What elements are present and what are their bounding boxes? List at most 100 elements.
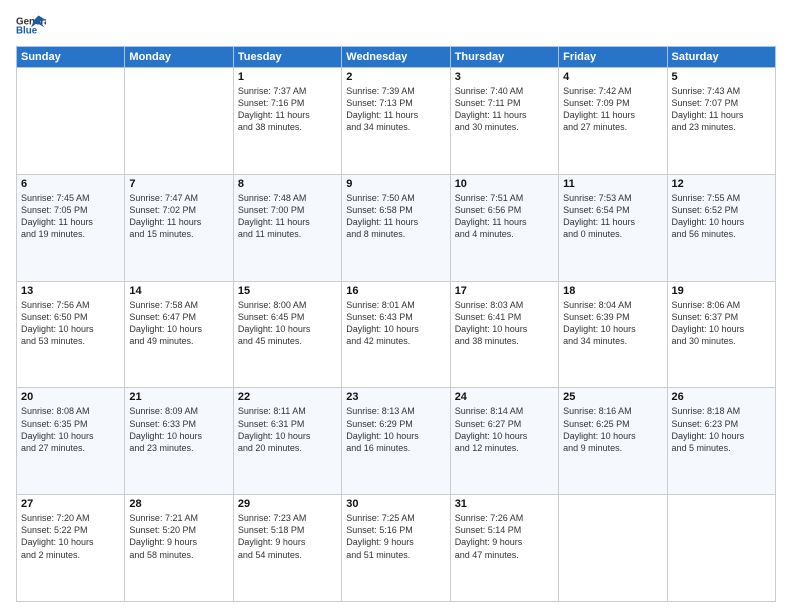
calendar-week-row: 13Sunrise: 7:56 AM Sunset: 6:50 PM Dayli…: [17, 281, 776, 388]
day-number: 26: [672, 391, 771, 403]
calendar-cell: [559, 495, 667, 602]
day-info: Sunrise: 7:42 AM Sunset: 7:09 PM Dayligh…: [563, 85, 662, 134]
day-info: Sunrise: 7:55 AM Sunset: 6:52 PM Dayligh…: [672, 192, 771, 241]
calendar-cell: 25 Sunrise: 8:16 AM Sunset: 6:25 PM Dayli…: [559, 388, 667, 495]
day-number: 5: [672, 71, 771, 83]
calendar-cell: 20Sunrise: 8:08 AM Sunset: 6:35 PM Dayli…: [17, 388, 125, 495]
day-number: 10: [455, 178, 554, 190]
day-number: 30: [346, 498, 445, 510]
calendar-cell: 14 Sunrise: 7:58 AM Sunset: 6:47 PM Dayli…: [125, 281, 233, 388]
calendar-cell: 22 Sunrise: 8:11 AM Sunset: 6:31 PM Dayli…: [233, 388, 341, 495]
day-info: Sunrise: 7:58 AM Sunset: 6:47 PM Dayligh…: [129, 299, 228, 348]
day-info: Sunrise: 7:53 AM Sunset: 6:54 PM Dayligh…: [563, 192, 662, 241]
day-number: 18: [563, 285, 662, 297]
day-info: Sunrise: 7:23 AM Sunset: 5:18 PM Dayligh…: [238, 512, 337, 561]
calendar-cell: 18 Sunrise: 8:04 AM Sunset: 6:39 PM Dayli…: [559, 281, 667, 388]
calendar-cell: 24Sunrise: 8:14 AM Sunset: 6:27 PM Dayli…: [450, 388, 558, 495]
day-number: 12: [672, 178, 771, 190]
col-header-sunday: Sunday: [17, 47, 125, 68]
day-number: 31: [455, 498, 554, 510]
day-number: 4: [563, 71, 662, 83]
page-header: General Blue: [16, 14, 776, 38]
calendar-table: SundayMondayTuesdayWednesdayThursdayFrid…: [16, 46, 776, 602]
day-info: Sunrise: 7:50 AM Sunset: 6:58 PM Dayligh…: [346, 192, 445, 241]
day-info: Sunrise: 8:03 AM Sunset: 6:41 PM Dayligh…: [455, 299, 554, 348]
day-number: 20: [21, 391, 120, 403]
calendar-cell: 12 Sunrise: 7:55 AM Sunset: 6:52 PM Dayli…: [667, 174, 775, 281]
calendar-cell: 5 Sunrise: 7:43 AM Sunset: 7:07 PM Daylig…: [667, 68, 775, 175]
day-number: 6: [21, 178, 120, 190]
calendar-week-row: 27 Sunrise: 7:20 AM Sunset: 5:22 PM Dayli…: [17, 495, 776, 602]
day-number: 8: [238, 178, 337, 190]
day-info: Sunrise: 7:20 AM Sunset: 5:22 PM Dayligh…: [21, 512, 120, 561]
day-number: 23: [346, 391, 445, 403]
calendar-week-row: 20Sunrise: 8:08 AM Sunset: 6:35 PM Dayli…: [17, 388, 776, 495]
day-info: Sunrise: 7:43 AM Sunset: 7:07 PM Dayligh…: [672, 85, 771, 134]
day-info: Sunrise: 8:13 AM Sunset: 6:29 PM Dayligh…: [346, 405, 445, 454]
calendar-cell: [667, 495, 775, 602]
day-info: Sunrise: 8:16 AM Sunset: 6:25 PM Dayligh…: [563, 405, 662, 454]
day-number: 1: [238, 71, 337, 83]
day-number: 14: [129, 285, 228, 297]
calendar-cell: 26 Sunrise: 8:18 AM Sunset: 6:23 PM Dayli…: [667, 388, 775, 495]
calendar-cell: 11Sunrise: 7:53 AM Sunset: 6:54 PM Dayli…: [559, 174, 667, 281]
day-info: Sunrise: 8:00 AM Sunset: 6:45 PM Dayligh…: [238, 299, 337, 348]
calendar-cell: 8Sunrise: 7:48 AM Sunset: 7:00 PM Daylig…: [233, 174, 341, 281]
day-info: Sunrise: 7:21 AM Sunset: 5:20 PM Dayligh…: [129, 512, 228, 561]
day-info: Sunrise: 8:01 AM Sunset: 6:43 PM Dayligh…: [346, 299, 445, 348]
day-number: 27: [21, 498, 120, 510]
day-number: 21: [129, 391, 228, 403]
calendar-cell: 28 Sunrise: 7:21 AM Sunset: 5:20 PM Dayli…: [125, 495, 233, 602]
day-info: Sunrise: 8:11 AM Sunset: 6:31 PM Dayligh…: [238, 405, 337, 454]
day-info: Sunrise: 7:51 AM Sunset: 6:56 PM Dayligh…: [455, 192, 554, 241]
day-number: 13: [21, 285, 120, 297]
day-number: 16: [346, 285, 445, 297]
calendar-cell: 30 Sunrise: 7:25 AM Sunset: 5:16 PM Dayli…: [342, 495, 450, 602]
calendar-cell: 31 Sunrise: 7:26 AM Sunset: 5:14 PM Dayli…: [450, 495, 558, 602]
calendar-cell: 15Sunrise: 8:00 AM Sunset: 6:45 PM Dayli…: [233, 281, 341, 388]
day-number: 17: [455, 285, 554, 297]
calendar-cell: 10 Sunrise: 7:51 AM Sunset: 6:56 PM Dayli…: [450, 174, 558, 281]
col-header-saturday: Saturday: [667, 47, 775, 68]
day-number: 29: [238, 498, 337, 510]
day-number: 3: [455, 71, 554, 83]
col-header-friday: Friday: [559, 47, 667, 68]
day-info: Sunrise: 7:26 AM Sunset: 5:14 PM Dayligh…: [455, 512, 554, 561]
calendar-cell: 9 Sunrise: 7:50 AM Sunset: 6:58 PM Daylig…: [342, 174, 450, 281]
calendar-header-row: SundayMondayTuesdayWednesdayThursdayFrid…: [17, 47, 776, 68]
day-info: Sunrise: 7:39 AM Sunset: 7:13 PM Dayligh…: [346, 85, 445, 134]
col-header-thursday: Thursday: [450, 47, 558, 68]
logo: General Blue: [16, 14, 46, 38]
calendar-cell: 27 Sunrise: 7:20 AM Sunset: 5:22 PM Dayli…: [17, 495, 125, 602]
day-info: Sunrise: 7:25 AM Sunset: 5:16 PM Dayligh…: [346, 512, 445, 561]
day-number: 28: [129, 498, 228, 510]
day-number: 9: [346, 178, 445, 190]
day-info: Sunrise: 8:04 AM Sunset: 6:39 PM Dayligh…: [563, 299, 662, 348]
calendar-cell: 13Sunrise: 7:56 AM Sunset: 6:50 PM Dayli…: [17, 281, 125, 388]
day-info: Sunrise: 8:09 AM Sunset: 6:33 PM Dayligh…: [129, 405, 228, 454]
day-number: 22: [238, 391, 337, 403]
col-header-wednesday: Wednesday: [342, 47, 450, 68]
day-info: Sunrise: 7:37 AM Sunset: 7:16 PM Dayligh…: [238, 85, 337, 134]
calendar-cell: 23 Sunrise: 8:13 AM Sunset: 6:29 PM Dayli…: [342, 388, 450, 495]
calendar-cell: 4 Sunrise: 7:42 AM Sunset: 7:09 PM Daylig…: [559, 68, 667, 175]
col-header-monday: Monday: [125, 47, 233, 68]
day-info: Sunrise: 8:06 AM Sunset: 6:37 PM Dayligh…: [672, 299, 771, 348]
calendar-cell: 19Sunrise: 8:06 AM Sunset: 6:37 PM Dayli…: [667, 281, 775, 388]
calendar-cell: 3 Sunrise: 7:40 AM Sunset: 7:11 PM Daylig…: [450, 68, 558, 175]
calendar-cell: 6 Sunrise: 7:45 AM Sunset: 7:05 PM Daylig…: [17, 174, 125, 281]
calendar-cell: 1 Sunrise: 7:37 AM Sunset: 7:16 PM Daylig…: [233, 68, 341, 175]
day-number: 25: [563, 391, 662, 403]
calendar-week-row: 1 Sunrise: 7:37 AM Sunset: 7:16 PM Daylig…: [17, 68, 776, 175]
day-number: 2: [346, 71, 445, 83]
day-info: Sunrise: 7:45 AM Sunset: 7:05 PM Dayligh…: [21, 192, 120, 241]
calendar-cell: 21 Sunrise: 8:09 AM Sunset: 6:33 PM Dayli…: [125, 388, 233, 495]
calendar-cell: 7Sunrise: 7:47 AM Sunset: 7:02 PM Daylig…: [125, 174, 233, 281]
logo-icon: General Blue: [16, 14, 46, 38]
day-info: Sunrise: 7:40 AM Sunset: 7:11 PM Dayligh…: [455, 85, 554, 134]
svg-text:Blue: Blue: [16, 26, 38, 37]
calendar-cell: [17, 68, 125, 175]
day-info: Sunrise: 8:14 AM Sunset: 6:27 PM Dayligh…: [455, 405, 554, 454]
day-info: Sunrise: 8:18 AM Sunset: 6:23 PM Dayligh…: [672, 405, 771, 454]
day-number: 7: [129, 178, 228, 190]
